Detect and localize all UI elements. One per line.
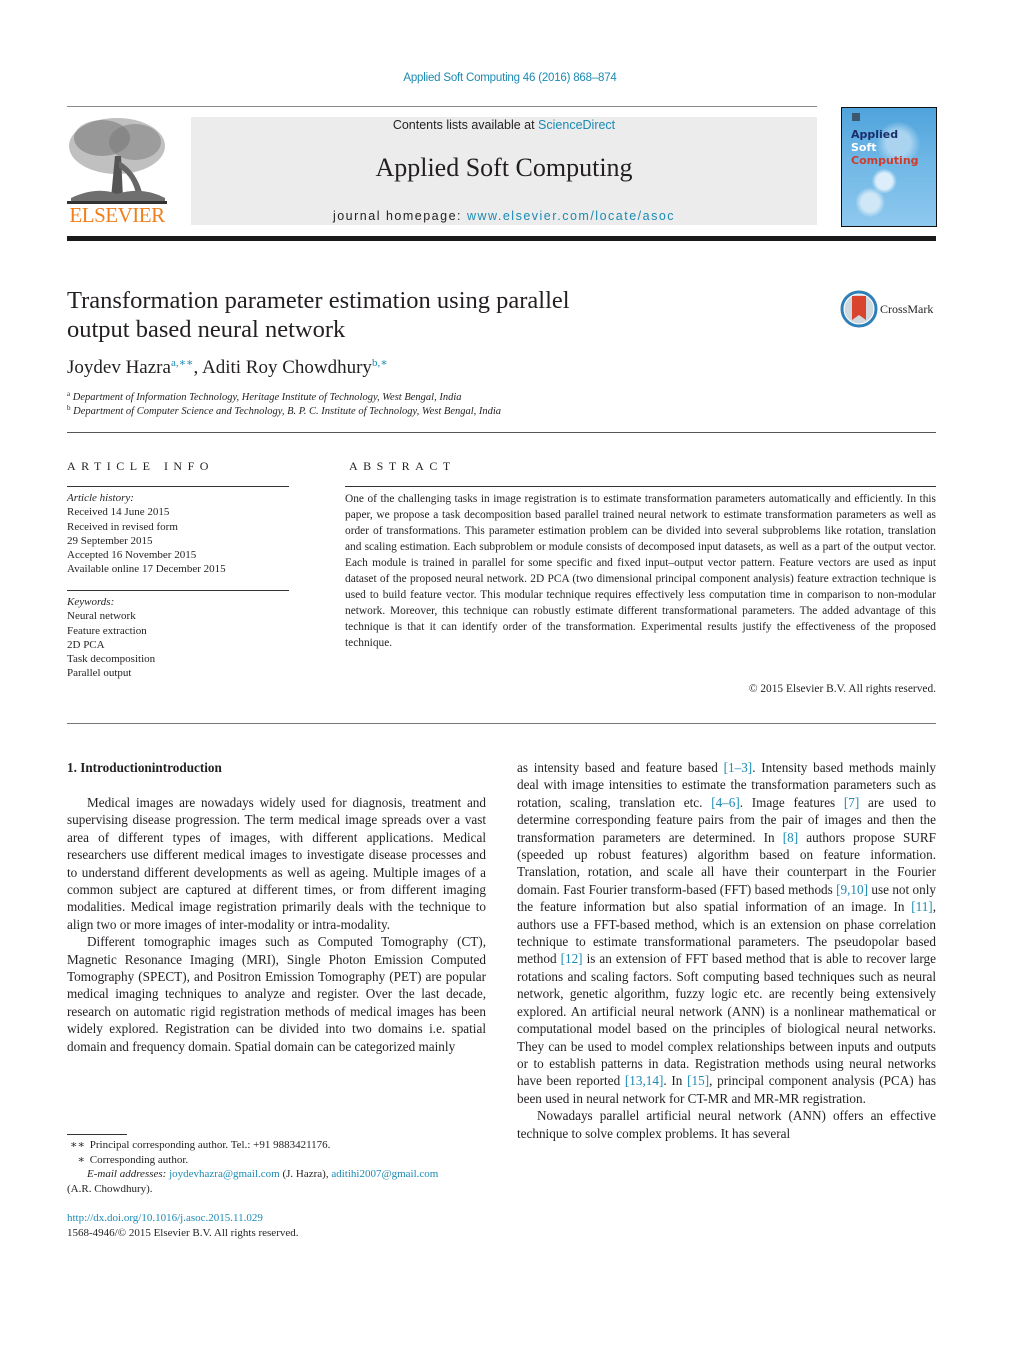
citation-link[interactable]: [13,14] — [625, 1073, 663, 1088]
footnote-corresponding: ∗ Corresponding author. — [67, 1153, 497, 1168]
footnote-mark: ∗ — [77, 1153, 85, 1166]
contents-prefix: Contents lists available at — [392, 118, 539, 132]
body-text: is an extension of FFT based method that… — [517, 951, 936, 1089]
body-paragraph: Medical images are nowadays widely used … — [67, 795, 486, 932]
journal-masthead: Contents lists available at ScienceDirec… — [191, 117, 817, 225]
doi-block: http://dx.doi.org/10.1016/j.asoc.2015.11… — [67, 1211, 299, 1240]
history-item: 29 September 2015 — [67, 534, 153, 547]
author-list: Joydev Hazraa,∗∗, Aditi Roy Chowdhuryb,∗ — [67, 356, 388, 379]
crossmark-label: CrossMark — [880, 302, 934, 316]
journal-name: Applied Soft Computing — [375, 153, 633, 182]
body-paragraph: Nowadays parallel artificial neural netw… — [517, 1108, 936, 1141]
citation-link[interactable]: [1–3] — [724, 760, 753, 775]
citation-link[interactable]: [9,10] — [836, 882, 868, 897]
history-item: Available online 17 December 2015 — [67, 563, 226, 576]
body-paragraph: Different tomographic images such as Com… — [67, 934, 486, 1054]
footnote-principal: ∗∗ Principal corresponding author. Tel.:… — [67, 1138, 497, 1153]
cover-title-line2: Soft — [851, 141, 877, 154]
abstract-divider — [345, 486, 936, 487]
author-name[interactable]: Aditi Roy Chowdhury — [202, 357, 372, 378]
citation-link[interactable]: [4–6] — [711, 795, 740, 810]
body-paragraph: as intensity based and feature based [1–… — [517, 759, 936, 1107]
cover-title-line1: Applied — [851, 128, 899, 141]
body-text: . In — [663, 1073, 688, 1089]
crossmark-button[interactable]: CrossMark — [840, 290, 940, 330]
email-label: E-mail addresses: — [87, 1168, 170, 1180]
journal-cover-thumbnail[interactable]: Applied Soft Computing — [841, 107, 937, 227]
cover-logo-icon — [852, 113, 860, 121]
issn-line: 1568-4946/© 2015 Elsevier B.V. All right… — [67, 1226, 299, 1239]
affiliation-mark: b — [67, 404, 71, 412]
abstract-copyright: © 2015 Elsevier B.V. All rights reserved… — [748, 683, 936, 695]
article-title-line2: output based neural network — [67, 316, 346, 343]
email-owner: (J. Hazra), — [279, 1168, 332, 1180]
body-text: . Image features — [739, 794, 844, 810]
elsevier-tree-icon — [67, 116, 167, 204]
affiliation-text: Department of Information Technology, He… — [72, 392, 462, 403]
email-link[interactable]: aditihi2007@gmail.com — [331, 1168, 438, 1180]
front-matter-divider — [67, 723, 936, 724]
journal-homepage-link[interactable]: www.elsevier.com/locate/asoc — [467, 209, 675, 223]
elsevier-wordmark: ELSEVIER — [69, 203, 165, 227]
footnote-text: Corresponding author. — [89, 1153, 189, 1166]
footnote-emails: E-mail addresses: joydevhazra@gmail.com … — [67, 1167, 497, 1182]
title-divider — [67, 432, 936, 433]
history-item: Received in revised form — [67, 520, 178, 533]
article-title: Transformation parameter estimation usin… — [67, 286, 787, 344]
abstract-text: One of the challenging tasks in image re… — [345, 493, 936, 649]
journal-homepage-line: journal homepage: www.elsevier.com/locat… — [191, 209, 817, 223]
footnote-divider — [67, 1134, 127, 1135]
body-column-right: as intensity based and feature based [1–… — [517, 759, 936, 1142]
affiliation-text: Department of Computer Science and Techn… — [73, 406, 502, 417]
doi-link[interactable]: http://dx.doi.org/10.1016/j.asoc.2015.11… — [67, 1211, 299, 1226]
history-item: Received 14 June 2015 — [67, 506, 170, 519]
body-text: as intensity based and feature based — [517, 760, 724, 775]
abstract-heading: ABSTRACT — [349, 459, 456, 473]
article-title-line1: Transformation parameter estimation usin… — [67, 287, 570, 314]
email-owner: (A.R. Chowdhury). — [67, 1182, 153, 1195]
homepage-prefix: journal homepage: — [332, 209, 467, 223]
email-link[interactable]: joydevhazra@gmail.com — [169, 1168, 280, 1180]
footnotes: ∗∗ Principal corresponding author. Tel.:… — [67, 1138, 497, 1196]
history-label: Article history: — [67, 492, 134, 504]
body-column-left: Medical images are nowadays widely used … — [67, 794, 486, 1055]
crossmark-icon — [840, 290, 878, 328]
contents-line: Contents lists available at ScienceDirec… — [191, 118, 817, 132]
affiliation-mark: a — [67, 390, 71, 398]
author-separator: , — [193, 357, 202, 378]
article-info-divider — [67, 486, 289, 487]
footnote-mark: ∗∗ — [70, 1139, 85, 1151]
keyword-item: 2D PCA — [67, 638, 105, 651]
keywords-label: Keywords: — [67, 596, 115, 608]
citation-link[interactable]: [7] — [844, 795, 859, 810]
author-affiliation-mark[interactable]: b,∗ — [372, 357, 388, 369]
sciencedirect-link[interactable]: ScienceDirect — [538, 118, 615, 132]
affiliation: b Department of Computer Science and Tec… — [67, 404, 501, 417]
keyword-item: Neural network — [67, 610, 136, 623]
keywords-divider — [67, 590, 289, 591]
citation-link[interactable]: [12] — [561, 951, 583, 966]
header-thick-divider — [67, 236, 936, 241]
citation-link[interactable]: [8] — [783, 830, 798, 845]
keyword-item: Parallel output — [67, 667, 132, 680]
author-affiliation-mark[interactable]: a,∗∗ — [171, 357, 194, 369]
header-divider — [67, 106, 817, 107]
affiliation: a Department of Information Technology, … — [67, 390, 462, 403]
citation-link[interactable]: [11] — [911, 899, 932, 914]
keyword-item: Task decomposition — [67, 653, 156, 666]
keywords-list: Keywords: Neural network Feature extract… — [67, 595, 155, 681]
elsevier-logo[interactable]: ELSEVIER — [67, 116, 167, 228]
article-history: Article history: Received 14 June 2015 R… — [67, 491, 226, 577]
footnote-text: Principal corresponding author. Tel.: +9… — [89, 1139, 331, 1151]
author-name[interactable]: Joydev Hazra — [67, 357, 171, 378]
history-item: Accepted 16 November 2015 — [67, 549, 197, 562]
section-heading: 1. Introductionintroduction — [67, 760, 222, 775]
keyword-item: Feature extraction — [67, 624, 147, 637]
article-info-heading: ARTICLE INFO — [67, 459, 214, 473]
journal-citation-link[interactable]: Applied Soft Computing 46 (2016) 868–874 — [0, 72, 1020, 84]
cover-title-line3: Computing — [851, 154, 919, 167]
citation-link[interactable]: [15] — [687, 1073, 709, 1088]
